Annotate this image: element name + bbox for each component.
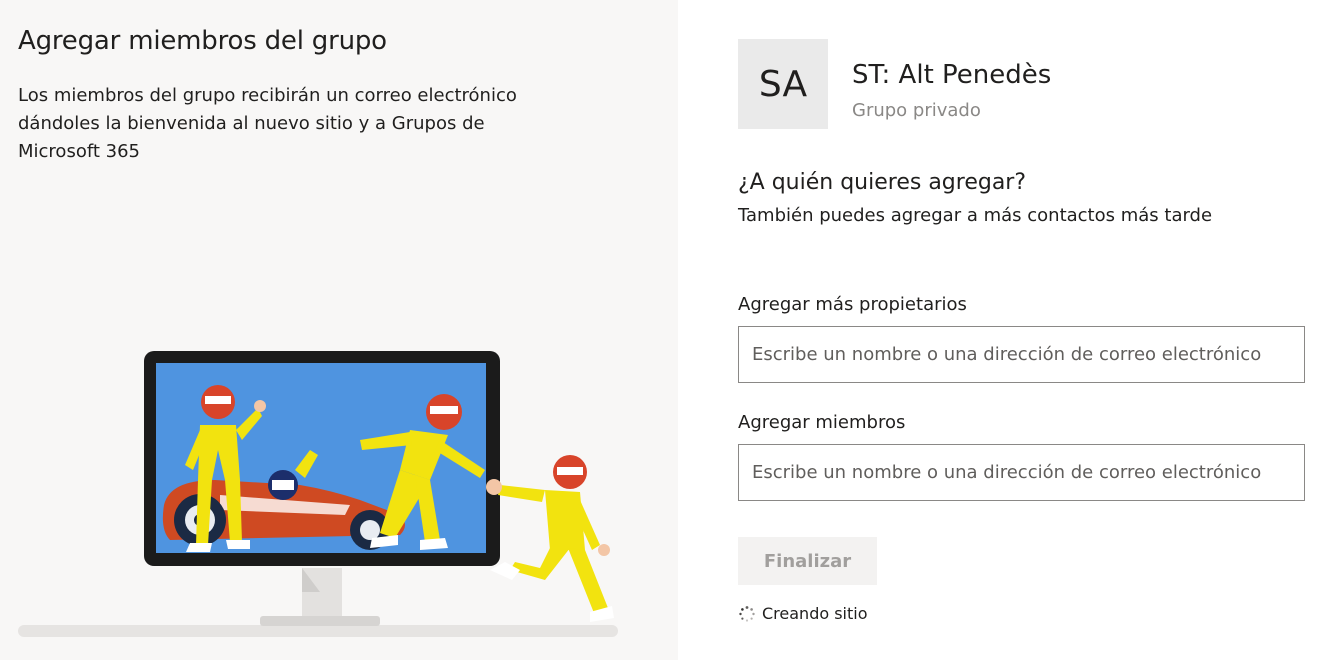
status-text: Creando sitio	[762, 604, 868, 623]
add-who-heading: ¿A quién quieres agregar?	[738, 170, 1027, 195]
left-panel-description: Los miembros del grupo recibirán un corr…	[18, 85, 517, 162]
loading-spinner-icon	[739, 605, 755, 622]
group-privacy-label: Grupo privado	[852, 100, 981, 121]
status-indicator: Creando sitio	[738, 604, 868, 623]
create-group-dialog: Agregar miembros del grupo Los miembros …	[0, 0, 1319, 660]
left-panel-title: Agregar miembros del grupo	[18, 26, 387, 56]
members-field-label: Agregar miembros	[738, 412, 906, 433]
add-who-subtitle: También puedes agregar a más contactos m…	[738, 205, 1213, 226]
finish-button[interactable]: Finalizar	[738, 537, 877, 585]
team-illustration	[18, 351, 618, 637]
owners-input[interactable]	[738, 326, 1305, 383]
left-info-panel: Agregar miembros del grupo Los miembros …	[0, 0, 678, 660]
owners-field-label: Agregar más propietarios	[738, 294, 967, 315]
group-avatar: SA	[738, 39, 828, 129]
members-input[interactable]	[738, 444, 1305, 501]
group-name: ST: Alt Penedès	[852, 60, 1052, 90]
right-form-panel: SA ST: Alt Penedès Grupo privado ¿A quié…	[678, 0, 1319, 660]
